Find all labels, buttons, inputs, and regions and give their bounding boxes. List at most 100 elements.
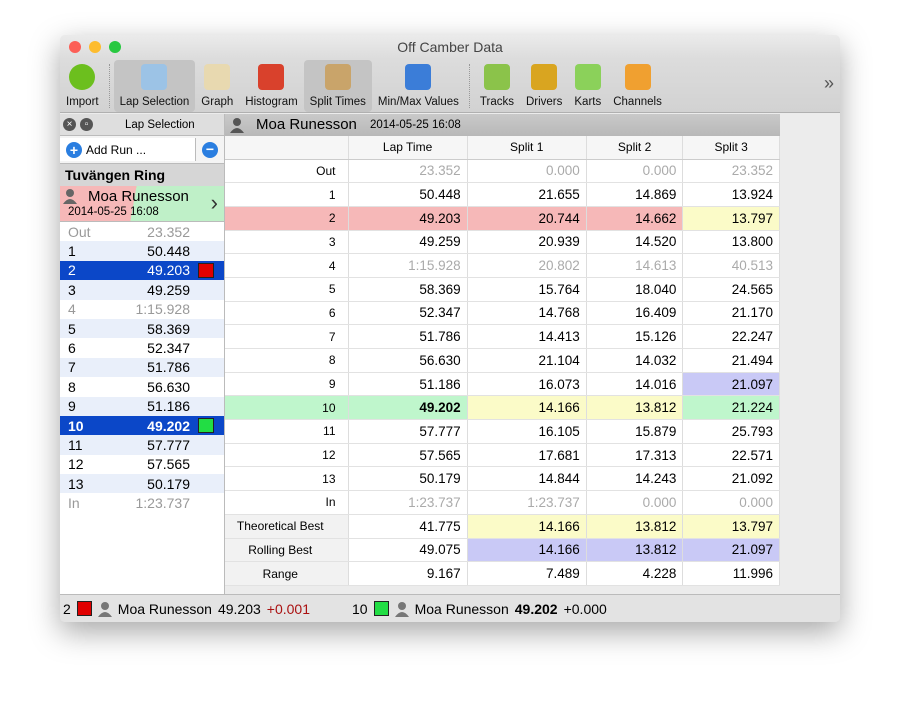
toolbar-histogram-button[interactable]: Histogram bbox=[239, 60, 303, 112]
lap-number: 6 bbox=[68, 340, 76, 357]
lap-time: 49.259 bbox=[147, 281, 190, 298]
row-label: 4 bbox=[225, 253, 349, 278]
column-header[interactable]: Lap Time bbox=[348, 136, 468, 160]
chevron-right-icon[interactable]: › bbox=[211, 190, 218, 216]
table-cell: 16.105 bbox=[467, 419, 587, 444]
table-cell: 4.228 bbox=[586, 561, 684, 586]
add-run-button[interactable]: + Add Run ... bbox=[60, 138, 196, 161]
status-time-a: 49.203 bbox=[217, 600, 261, 617]
table-row: 8 56.630 21.104 14.032 21.494 bbox=[225, 348, 780, 373]
title-bar: Off Camber Data bbox=[60, 35, 840, 59]
table-cell: 21.097 bbox=[682, 372, 780, 397]
table-cell: 21.655 bbox=[467, 182, 587, 207]
column-header[interactable]: Split 1 bbox=[467, 136, 587, 160]
toolbar-label: Import bbox=[66, 96, 99, 108]
lap-list-item[interactable]: 11 57.777 bbox=[60, 435, 224, 455]
table-cell: 25.793 bbox=[682, 419, 780, 444]
lap-time: 57.777 bbox=[147, 436, 190, 453]
lap-list-item[interactable]: 5 58.369 bbox=[60, 318, 224, 339]
lap-list-item[interactable]: 13 50.179 bbox=[60, 474, 224, 494]
drivers-icon bbox=[531, 64, 558, 90]
lap-list-item[interactable]: Out 23.352 bbox=[60, 222, 224, 241]
table-cell: 20.744 bbox=[467, 206, 587, 231]
table-cell: 14.032 bbox=[586, 348, 684, 373]
zoom-window-button[interactable] bbox=[109, 41, 121, 53]
lap-list-item[interactable]: 10 49.202 bbox=[60, 415, 224, 436]
lap-list-item[interactable]: 12 57.565 bbox=[60, 455, 224, 474]
table-cell: 15.126 bbox=[586, 324, 684, 349]
lap-list-item[interactable]: 1 50.448 bbox=[60, 241, 224, 261]
toolbar-channels-button[interactable]: Channels bbox=[607, 60, 668, 112]
table-cell: 14.166 bbox=[467, 538, 587, 563]
lap-list-item[interactable]: 4 1:15.928 bbox=[60, 300, 224, 319]
toolbar-tracks-button[interactable]: Tracks bbox=[474, 60, 520, 112]
column-header[interactable] bbox=[225, 136, 349, 160]
column-header[interactable]: Split 2 bbox=[586, 136, 684, 160]
toolbar-import-button[interactable]: Import bbox=[60, 60, 105, 112]
lap-number: 11 bbox=[68, 436, 83, 453]
remove-run-button[interactable]: − bbox=[196, 136, 224, 163]
table-cell: 51.186 bbox=[348, 372, 468, 397]
status-driver-b: Moa Runesson bbox=[414, 600, 509, 617]
table-cell: 17.681 bbox=[467, 443, 587, 468]
detach-panel-icon[interactable]: ▫ bbox=[80, 118, 93, 131]
table-cell: 21.092 bbox=[682, 466, 780, 492]
run-date: 2014-05-25 16:08 bbox=[68, 206, 159, 218]
table-cell: 14.166 bbox=[467, 395, 587, 421]
histogram-icon bbox=[258, 64, 285, 90]
close-window-button[interactable] bbox=[69, 41, 81, 53]
table-cell: 21.097 bbox=[682, 538, 780, 563]
row-label: Theoretical Best bbox=[225, 514, 349, 539]
lap-selection-icon bbox=[141, 64, 168, 90]
driver-icon bbox=[63, 189, 77, 204]
lap-time: 49.203 bbox=[147, 262, 190, 279]
table-row: In 1:23.737 1:23.737 0.000 0.000 bbox=[225, 490, 780, 515]
channels-icon bbox=[624, 64, 651, 90]
lap-number: In bbox=[68, 495, 80, 512]
table-cell: 18.040 bbox=[586, 277, 684, 302]
table-cell: 14.869 bbox=[586, 182, 684, 207]
close-panel-icon[interactable]: × bbox=[63, 118, 76, 131]
tracks-icon bbox=[483, 64, 510, 90]
lap-list-item[interactable]: 3 49.259 bbox=[60, 280, 224, 300]
plus-icon: + bbox=[66, 141, 82, 158]
toolbar-graph-button[interactable]: Graph bbox=[195, 60, 239, 112]
lap-number: 8 bbox=[68, 378, 76, 395]
table-cell: 23.352 bbox=[682, 159, 780, 184]
lap-list-item[interactable]: 7 51.786 bbox=[60, 357, 224, 378]
table-cell: 0.000 bbox=[586, 159, 684, 184]
table-cell: 16.073 bbox=[467, 372, 587, 397]
lap-color-swatch[interactable] bbox=[198, 262, 214, 278]
lap-time: 1:15.928 bbox=[135, 301, 191, 318]
toolbar-drivers-button[interactable]: Drivers bbox=[520, 60, 568, 112]
table-row: Theoretical Best 41.775 14.166 13.812 13.797 bbox=[225, 514, 780, 539]
toolbar-karts-button[interactable]: Karts bbox=[568, 60, 607, 112]
status-delta-a: +0.001 bbox=[266, 600, 311, 617]
toolbar-label: Lap Selection bbox=[119, 96, 190, 108]
table-cell: 23.352 bbox=[348, 159, 468, 184]
table-cell: 52.347 bbox=[348, 301, 468, 326]
lap-list-item[interactable]: 8 56.630 bbox=[60, 377, 224, 396]
lap-time: 52.347 bbox=[147, 340, 190, 357]
toolbar-lap-selection-button[interactable]: Lap Selection bbox=[113, 60, 196, 112]
lap-time: 51.186 bbox=[147, 398, 190, 415]
column-header[interactable]: Split 3 bbox=[682, 136, 780, 160]
table-cell: 14.768 bbox=[467, 301, 587, 326]
split-times-panel: Moa Runesson 2014-05-25 16:08 Lap Time Sp… bbox=[225, 114, 840, 594]
toolbar-label: Channels bbox=[613, 96, 662, 108]
toolbar-split-times-button[interactable]: Split Times bbox=[303, 60, 372, 112]
minimize-window-button[interactable] bbox=[89, 41, 101, 53]
run-item[interactable]: Moa Runesson 2014-05-25 16:08 › bbox=[60, 186, 224, 222]
row-label: 1 bbox=[225, 182, 349, 207]
lap-list-item[interactable]: In 1:23.737 bbox=[60, 493, 224, 512]
lap-list-item[interactable]: 9 51.186 bbox=[60, 396, 224, 416]
lap-list-item[interactable]: 6 52.347 bbox=[60, 338, 224, 357]
lap-list-item[interactable]: 2 49.203 bbox=[60, 260, 224, 281]
toolbar-min-max-values-button[interactable]: Min/Max Values bbox=[372, 60, 465, 112]
toolbar-label: Drivers bbox=[525, 96, 563, 108]
lap-color-swatch[interactable] bbox=[198, 417, 214, 433]
table-cell: 13.797 bbox=[682, 514, 780, 539]
toolbar-overflow-button[interactable]: » bbox=[824, 73, 834, 94]
table-cell: 56.630 bbox=[348, 348, 468, 373]
table-cell: 21.104 bbox=[467, 348, 587, 373]
